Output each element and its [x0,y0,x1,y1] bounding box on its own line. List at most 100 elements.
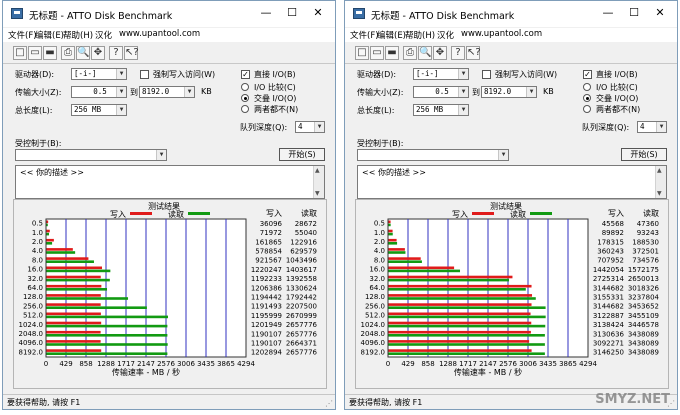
read-bar [46,278,110,282]
context-help-icon[interactable]: ↖? [124,46,139,60]
total-length-select[interactable]: 256 MB ▼ [413,104,469,116]
transfer-from-value: 0.5 [435,87,449,96]
close-button[interactable]: ✕ [311,6,325,20]
read-value: 3438089 [628,340,659,348]
queue-depth-select[interactable]: 4 ▼ [637,121,667,133]
direct-io-checkbox[interactable]: ✓ [583,70,592,79]
description-box[interactable]: << 你的描述 >> ▲ ▼ [15,165,325,199]
legend-read-label: 读取 [510,209,526,219]
menu-item-3[interactable]: 汉化 [95,29,112,41]
write-bar [388,257,421,260]
resize-grip-icon[interactable]: ⋰ [325,399,333,408]
menu-item-1[interactable]: 编辑(E) [377,29,406,41]
help-icon[interactable]: ? [109,46,123,60]
controlled-by-select[interactable]: ▼ [15,149,167,161]
read-value: 93243 [637,229,659,237]
close-button[interactable]: ✕ [653,6,667,20]
new-icon[interactable]: □ [13,46,27,60]
print-preview-icon[interactable]: 🔍 [76,46,90,60]
io-radio-0[interactable] [583,83,591,91]
help-icon[interactable]: ? [451,46,465,60]
x-tick-label: 4294 [237,360,255,368]
category-label: 512.0 [23,312,43,320]
move-icon[interactable]: ✥ [433,46,447,60]
read-bar [46,251,76,254]
read-value: 1572175 [628,266,659,274]
menu-item-0[interactable]: 文件(F) [350,29,379,41]
minimize-button[interactable]: — [259,6,273,20]
direct-io-label: 直接 I/O(B) [254,70,296,79]
read-bar [388,251,406,254]
write-value: 3144682 [593,303,624,311]
read-value: 2657776 [286,330,318,338]
menu-item-3[interactable]: 汉化 [437,29,454,41]
controlled-by-select[interactable]: ▼ [357,149,509,161]
category-label: 256.0 [23,302,43,310]
category-label: 2.0 [374,238,385,246]
read-value: 1330624 [286,284,318,292]
transfer-to-select[interactable]: 8192.0 ▼ [139,86,195,98]
maximize-button[interactable]: ☐ [285,6,299,20]
direct-io-checkbox[interactable]: ✓ [241,70,250,79]
read-bar [388,334,545,337]
menu-item-2[interactable]: 帮助(H) [405,29,435,41]
read-value: 2657776 [286,349,318,357]
print-icon[interactable]: ⎙ [403,46,417,60]
transfer-from-select[interactable]: 0.5 ▼ [71,86,127,98]
print-preview-icon[interactable]: 🔍 [418,46,432,60]
minimize-button[interactable]: — [601,6,615,20]
description-box[interactable]: << 你的描述 >> ▲ ▼ [357,165,667,199]
write-value: 707952 [597,257,624,265]
scrollbar[interactable]: ▲ ▼ [313,166,324,198]
maximize-button[interactable]: ☐ [627,6,641,20]
start-button[interactable]: 开始(S) [279,148,325,161]
chevron-down-icon: ▼ [116,87,126,97]
io-radio-2[interactable] [241,105,249,113]
move-icon[interactable]: ✥ [91,46,105,60]
category-label: 2.0 [32,238,43,246]
io-radio-0[interactable] [241,83,249,91]
read-value: 2207500 [286,303,317,311]
menu-item-0[interactable]: 文件(F) [8,29,37,41]
new-icon[interactable]: □ [355,46,369,60]
total-length-value: 256 MB [416,105,444,114]
read-bar [46,288,108,291]
write-bar [46,303,101,306]
save-icon[interactable]: ▬ [385,46,399,60]
queue-depth-select[interactable]: 4 ▼ [295,121,325,133]
force-write-label: 强制写入访问(W) [153,70,216,79]
menu-item-2[interactable]: 帮助(H) [63,29,93,41]
write-bar [46,340,101,343]
read-value: 1392558 [286,275,317,283]
total-length-select[interactable]: 256 MB ▼ [71,104,127,116]
category-label: 4.0 [374,247,385,255]
print-icon[interactable]: ⎙ [61,46,75,60]
open-icon[interactable]: ▭ [370,46,384,60]
atto-window-right: 无标题 - ATTO Disk Benchmark — ☐ ✕ 文件(F) 编辑(E) 帮助… [344,0,678,410]
drive-select[interactable]: [-i-] ▼ [71,68,127,80]
force-write-checkbox[interactable] [140,70,149,79]
force-write-checkbox[interactable] [482,70,491,79]
transfer-to-select[interactable]: 8192.0 ▼ [481,86,537,98]
write-value: 3092271 [593,340,624,348]
transfer-from-select[interactable]: 0.5 ▼ [413,86,469,98]
x-tick-label: 3865 [217,360,235,368]
menu-item-1[interactable]: 编辑(E) [35,29,64,41]
scroll-up-icon: ▲ [657,167,662,174]
scrollbar[interactable]: ▲ ▼ [655,166,666,198]
read-bar [46,352,168,355]
start-button[interactable]: 开始(S) [621,148,667,161]
write-value: 1194442 [251,294,282,302]
io-radio-1[interactable] [241,94,249,102]
toolbar: □ ▭ ▬ ⎙ 🔍 ✥? ↖? [345,43,677,64]
open-icon[interactable]: ▭ [28,46,42,60]
io-radio-2[interactable] [583,105,591,113]
drive-select[interactable]: [-i-] ▼ [413,68,469,80]
context-help-icon[interactable]: ↖? [466,46,481,60]
save-icon[interactable]: ▬ [43,46,57,60]
read-value: 1403617 [286,266,317,274]
read-value: 2650013 [628,275,659,283]
drive-label: 驱动器(D): [357,70,397,79]
category-label: 64.0 [27,284,43,292]
io-radio-1[interactable] [583,94,591,102]
